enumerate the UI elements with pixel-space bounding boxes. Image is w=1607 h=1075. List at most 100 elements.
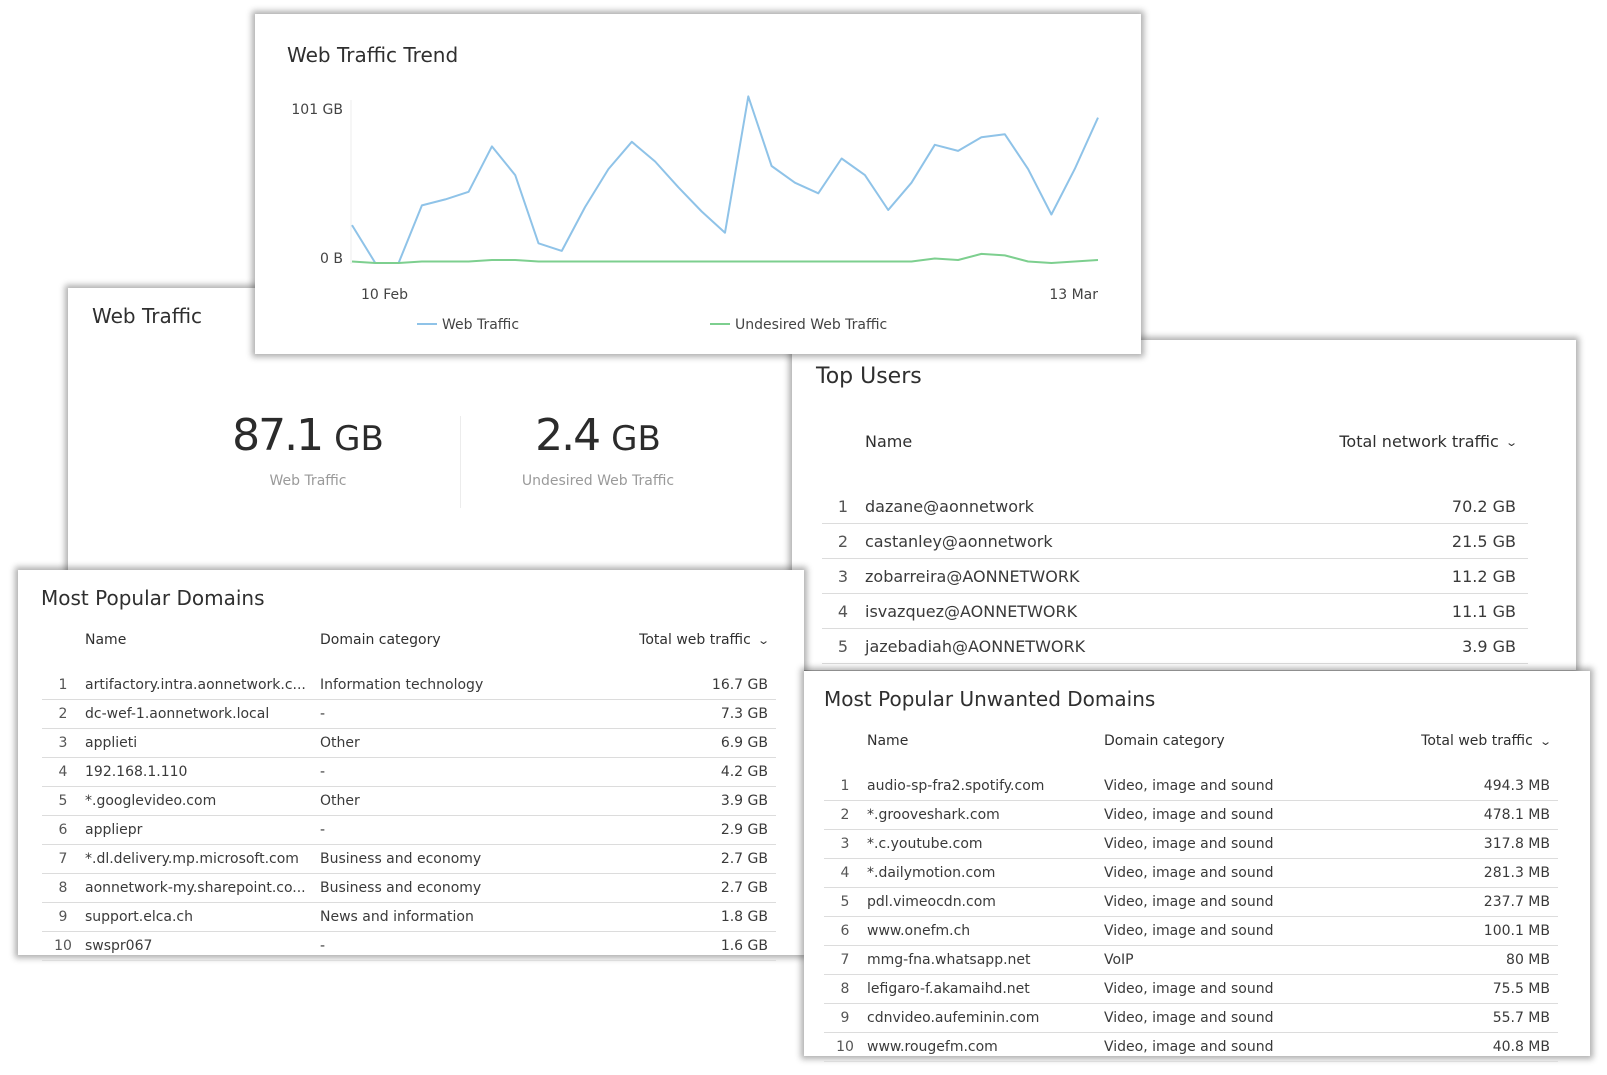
- table-row[interactable]: 3 zobarreira@AONNETWORK 11.2 GB: [822, 558, 1528, 594]
- web-traffic-total-number: 87.1: [232, 410, 324, 461]
- category-cell: Information technology: [319, 671, 561, 700]
- undesired-traffic-total: 2.4 GB Undesired Web Traffic: [508, 410, 688, 489]
- legend-web-traffic[interactable]: Web Traffic: [417, 317, 519, 333]
- table-row[interactable]: 1 dazane@aonnetwork 70.2 GB: [822, 489, 1528, 524]
- category-cell: Other: [319, 786, 561, 816]
- rank-header: [824, 731, 866, 772]
- x-tick-start: 10 Feb: [361, 287, 408, 303]
- table-row[interactable]: 4 isvazquez@AONNETWORK 11.1 GB: [822, 593, 1528, 629]
- category-cell: News and information: [319, 902, 561, 932]
- category-cell: Video, image and sound: [1103, 916, 1345, 946]
- rank-header: [42, 630, 84, 671]
- table-row[interactable]: 2 dc-wef-1.aonnetwork.local -7.3 GB: [42, 699, 776, 729]
- sort-chevron-icon: ⌄: [756, 633, 770, 647]
- name-header[interactable]: Name: [84, 630, 319, 671]
- value-cell: 1.6 GB: [561, 931, 776, 961]
- rank-cell: 5: [822, 628, 864, 664]
- table-row[interactable]: 1 audio-sp-fra2.spotify.com Video, image a…: [824, 772, 1558, 801]
- table-row[interactable]: 6 www.onefm.ch Video, image and sound 100.1…: [824, 916, 1558, 946]
- table-row[interactable]: 10 swspr067-1.6 GB: [42, 931, 776, 961]
- table-row[interactable]: 3 applieti Other 6.9 GB: [42, 728, 776, 758]
- category-cell: VoIP: [1103, 945, 1345, 975]
- table-row[interactable]: 10 www.rougefm.com Video, image and sound 4…: [824, 1032, 1558, 1062]
- table-row[interactable]: 9 cdnvideo.aufeminin.com Video, image and …: [824, 1003, 1558, 1033]
- top-users-table-wrap: Name Total network traffic ⌄ 1 dazane@aonn…: [822, 430, 1528, 664]
- name-header[interactable]: Name: [866, 731, 1103, 772]
- value-cell: 1.8 GB: [561, 902, 776, 932]
- name-cell: audio-sp-fra2.spotify.com: [866, 772, 1103, 801]
- value-cell: 3.9 GB: [561, 786, 776, 816]
- total-web-traffic-label: Total web traffic: [639, 632, 751, 648]
- name-cell: mmg-fna.whatsapp.net: [866, 945, 1103, 975]
- table-row[interactable]: 5 pdl.vimeocdn.com Video, image and sound 2…: [824, 887, 1558, 917]
- category-cell: Business and economy: [319, 873, 561, 903]
- y-tick-top: 101 GB: [291, 102, 343, 118]
- total-web-traffic-header[interactable]: Total web traffic ⌄: [561, 630, 776, 671]
- name-cell: lefigaro-f.akamaihd.net: [866, 974, 1103, 1004]
- unwanted-domains-card: Most Popular Unwanted Domains Name Domai…: [804, 671, 1590, 1062]
- web-traffic-total-unit: GB: [334, 419, 384, 459]
- undesired-traffic-unit: GB: [611, 419, 661, 459]
- name-header[interactable]: Name: [864, 430, 1222, 489]
- table-row[interactable]: 7 *.dl.delivery.mp.microsoft.com Business …: [42, 844, 776, 874]
- category-cell: Video, image and sound: [1103, 1032, 1345, 1062]
- category-cell: Video, image and sound: [1103, 800, 1345, 830]
- web-traffic-total-value: 87.1 GB: [228, 410, 388, 461]
- table-row[interactable]: 4 *.dailymotion.com Video, image and sound…: [824, 858, 1558, 888]
- trend-title: Web Traffic Trend: [287, 43, 458, 67]
- rank-cell: 9: [42, 902, 84, 932]
- category-cell: Video, image and sound: [1103, 858, 1345, 888]
- name-cell: dazane@aonnetwork: [864, 489, 1223, 524]
- table-row[interactable]: 5 *.googlevideo.com Other 3.9 GB: [42, 786, 776, 816]
- popular-domains-title: Most Popular Domains: [41, 586, 265, 610]
- value-cell: 70.2 GB: [1222, 489, 1528, 524]
- table-row[interactable]: 8 aonnetwork-my.sharepoint.co... Business …: [42, 873, 776, 903]
- web-traffic-line: [351, 95, 1099, 264]
- table-row[interactable]: 2 *.grooveshark.com Video, image and sound…: [824, 800, 1558, 830]
- value-cell: 40.8 MB: [1345, 1032, 1558, 1062]
- table-row[interactable]: 4 192.168.1.110-4.2 GB: [42, 757, 776, 787]
- undesired-traffic-line: [351, 252, 1099, 264]
- popular-domains-body: 1 artifactory.intra.aonnetwork.c... Inform…: [42, 671, 776, 961]
- table-row[interactable]: 7 mmg-fna.whatsapp.net VoIP 80 MB: [824, 945, 1558, 975]
- category-cell: Video, image and sound: [1103, 1003, 1345, 1033]
- name-cell: cdnvideo.aufeminin.com: [866, 1003, 1103, 1033]
- legend-web-traffic-label: Web Traffic: [442, 317, 519, 333]
- domain-category-header[interactable]: Domain category: [319, 630, 561, 671]
- total-web-traffic-label: Total web traffic: [1421, 733, 1533, 749]
- name-cell: 192.168.1.110: [84, 757, 319, 787]
- value-cell: 4.2 GB: [561, 757, 776, 787]
- value-cell: 100.1 MB: [1345, 916, 1558, 946]
- rank-cell: 4: [42, 757, 84, 787]
- legend-undesired-label: Undesired Web Traffic: [735, 317, 887, 333]
- kpi-divider: [460, 416, 461, 508]
- table-row[interactable]: 8 lefigaro-f.akamaihd.net Video, image and…: [824, 974, 1558, 1004]
- domain-category-header[interactable]: Domain category: [1103, 731, 1345, 772]
- rank-cell: 4: [824, 858, 866, 888]
- web-traffic-trend-card: Web Traffic Trend 101 GB 0 B 10 Feb 13 M…: [255, 14, 1141, 354]
- rank-cell: 5: [42, 786, 84, 816]
- name-cell: dc-wef-1.aonnetwork.local: [84, 699, 319, 729]
- value-cell: 6.9 GB: [561, 728, 776, 758]
- sort-chevron-icon: ⌄: [1504, 436, 1518, 449]
- value-cell: 281.3 MB: [1345, 858, 1558, 888]
- total-network-traffic-header[interactable]: Total network traffic ⌄: [1222, 430, 1528, 489]
- table-row[interactable]: 1 artifactory.intra.aonnetwork.c... Inform…: [42, 671, 776, 700]
- total-web-traffic-header[interactable]: Total web traffic ⌄: [1345, 731, 1558, 772]
- table-row[interactable]: 6 appliepr -2.9 GB: [42, 815, 776, 845]
- category-cell: Video, image and sound: [1103, 772, 1345, 801]
- y-tick-bottom: 0 B: [320, 251, 343, 267]
- table-row[interactable]: 2 castanley@aonnetwork 21.5 GB: [822, 523, 1528, 559]
- category-cell: -: [319, 757, 561, 787]
- popular-domains-card: Most Popular Domains Name Domain categor…: [18, 570, 804, 961]
- table-row[interactable]: 3 *.c.youtube.com Video, image and sound 31…: [824, 829, 1558, 859]
- value-cell: 2.7 GB: [561, 844, 776, 874]
- web-traffic-total-label: Web Traffic: [269, 473, 347, 489]
- unwanted-domains-table: Name Domain category Total web traffic ⌄ …: [824, 731, 1558, 1062]
- name-cell: isvazquez@AONNETWORK: [864, 593, 1223, 629]
- legend-undesired-traffic[interactable]: Undesired Web Traffic: [710, 317, 887, 333]
- table-row[interactable]: 9 support.elca.ch News and information 1.8 …: [42, 902, 776, 932]
- value-cell: 75.5 MB: [1345, 974, 1558, 1004]
- rank-cell: 2: [824, 800, 866, 830]
- table-row[interactable]: 5 jazebadiah@AONNETWORK 3.9 GB: [822, 628, 1528, 664]
